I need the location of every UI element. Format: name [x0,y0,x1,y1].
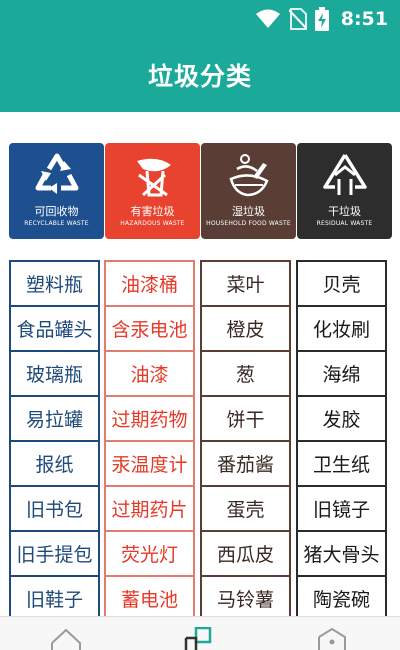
grid-cell[interactable]: 马铃薯 [202,575,289,620]
status-bar: 8:51 [0,0,400,38]
bin-categories: 可回收物 RECYCLABLE WASTE 有害垃圾 HAZARDOUS WAS… [9,143,393,239]
profile-icon [318,627,346,650]
grid-cell[interactable]: 发胶 [298,395,385,440]
nav-profile[interactable] [312,627,352,650]
grid-cell[interactable]: 旧手提包 [11,530,98,575]
grid-cell[interactable]: 塑料瓶 [11,260,98,305]
bin-label-en: HOUSEHOLD FOOD WASTE [206,220,291,227]
bin-food-waste[interactable]: 湿垃圾 HOUSEHOLD FOOD WASTE [201,143,296,239]
column-recyclable: 塑料瓶 食品罐头 玻璃瓶 易拉罐 报纸 旧书包 旧手提包 旧鞋子 [9,260,100,620]
bin-label-en: HAZARDOUS WASTE [120,220,185,227]
grid-cell[interactable]: 汞温度计 [106,440,193,485]
grid-cell[interactable]: 过期药片 [106,485,193,530]
grid-cell[interactable]: 含汞电池 [106,305,193,350]
bin-label: 湿垃圾 [232,205,265,218]
grid-cell[interactable]: 贝壳 [298,260,385,305]
grid-cell[interactable]: 西瓜皮 [202,530,289,575]
page-title: 垃圾分类 [147,62,252,91]
grid-cell[interactable]: 食品罐头 [11,305,98,350]
bin-label-en: RESIDUAL WASTE [316,220,373,227]
grid-cell[interactable]: 番茄酱 [202,440,289,485]
grid-cell[interactable]: 荧光灯 [106,530,193,575]
grid-cell[interactable]: 菜叶 [202,260,289,305]
bin-hazardous[interactable]: 有害垃圾 HAZARDOUS WASTE [105,143,200,239]
bin-label: 有害垃圾 [130,205,175,218]
bin-label-en: RECYCLABLE WASTE [24,220,89,227]
bottom-nav [0,616,400,650]
grid-cell[interactable]: 旧鞋子 [11,575,98,620]
app-bar: 垃圾分类 [0,38,400,112]
food-waste-icon [228,154,269,197]
wifi-icon [255,9,280,28]
grid-cell[interactable]: 橙皮 [202,305,289,350]
bin-label: 干垃圾 [328,205,361,218]
column-residual: 贝壳 化妆刷 海绵 发胶 卫生纸 旧镜子 猪大骨头 陶瓷碗 [296,260,387,620]
no-sim-icon [288,8,307,30]
grid-cell[interactable]: 蓄电池 [106,575,193,620]
clock: 8:51 [340,8,388,30]
grid-cell[interactable]: 旧书包 [11,485,98,530]
item-grid: 塑料瓶 食品罐头 玻璃瓶 易拉罐 报纸 旧书包 旧手提包 旧鞋子 油漆桶 含汞电池 油漆 过期药物汞… [9,260,393,620]
residual-icon [322,154,367,195]
grid-cell[interactable]: 陶瓷碗 [298,575,385,620]
grid-cell[interactable]: 油漆 [106,350,193,395]
column-hazardous: 油漆桶 含汞电池 油漆 过期药物 汞温度计 过期药片 荧光灯 蓄电池 [104,260,195,620]
status-icons: 8:51 [255,6,388,32]
grid-cell[interactable]: 葱 [202,350,289,395]
bin-label: 可回收物 [34,205,79,218]
bin-residual[interactable]: 干垃圾 RESIDUAL WASTE [297,143,392,239]
grid-cell[interactable]: 化妆刷 [298,305,385,350]
grid-cell[interactable]: 猪大骨头 [298,530,385,575]
column-food-waste: 菜叶 橙皮葱饼干 番茄酱 蛋壳 西瓜皮 马铃薯 [200,260,291,620]
grid-cell[interactable]: 旧镜子 [298,485,385,530]
nav-category[interactable] [180,627,220,650]
battery-charging-icon [314,7,329,31]
recycle-icon [35,153,78,194]
grid-cell[interactable]: 饼干 [202,395,289,440]
grid-cell[interactable]: 玻璃瓶 [11,350,98,395]
category-icon [184,627,212,650]
hazardous-icon [136,158,171,197]
grid-cell[interactable]: 海绵 [298,350,385,395]
grid-cell[interactable]: 油漆桶 [106,260,193,305]
bin-recyclable[interactable]: 可回收物 RECYCLABLE WASTE [9,143,104,239]
grid-cell[interactable]: 报纸 [11,440,98,485]
nav-home[interactable] [46,627,86,650]
grid-cell[interactable]: 过期药物 [106,395,193,440]
grid-cell[interactable]: 卫生纸 [298,440,385,485]
grid-cell[interactable]: 蛋壳 [202,485,289,530]
grid-cell[interactable]: 易拉罐 [11,395,98,440]
home-icon [51,628,81,650]
